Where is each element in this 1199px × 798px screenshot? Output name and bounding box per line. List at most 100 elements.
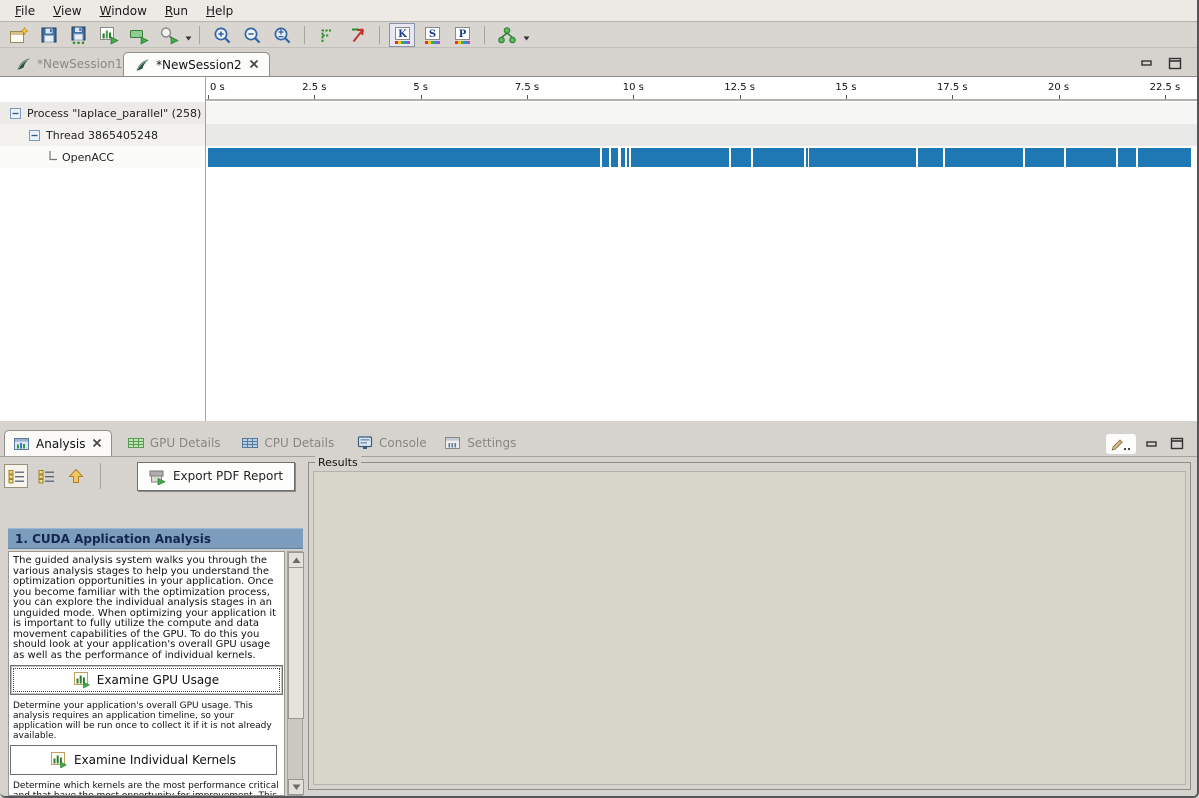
openacc-interval[interactable] xyxy=(631,148,729,167)
kernel-coloring-button[interactable]: K xyxy=(389,23,415,47)
openacc-interval[interactable] xyxy=(809,148,916,167)
bottom-panel: Analysis GPU Details CPU Details Console Set… xyxy=(0,421,1197,796)
minimize-view-button[interactable] xyxy=(1138,56,1156,70)
kernel-coloring-icon: K xyxy=(393,26,412,45)
bar-chart-icon xyxy=(51,752,67,769)
process-row-track xyxy=(206,102,1197,124)
toolbar-separator xyxy=(379,26,380,44)
bottom-tab-label: Console xyxy=(379,436,427,450)
examine-gpu-usage-button[interactable]: Examine GPU Usage xyxy=(10,665,283,695)
bottom-tab-label: Analysis xyxy=(36,437,85,451)
tree-row-label: Thread 3865405248 xyxy=(46,129,158,142)
dropdown-caret-icon[interactable] xyxy=(523,26,530,45)
close-tab-icon[interactable] xyxy=(249,59,259,72)
new-session-icon xyxy=(9,26,29,45)
timeline-tree-pane: Process "laplace_parallel" (258) Thread 3… xyxy=(0,77,205,422)
openacc-interval[interactable] xyxy=(918,148,943,167)
unguided-analysis-mode-button[interactable] xyxy=(34,464,58,488)
close-tab-icon[interactable] xyxy=(92,438,102,451)
openacc-interval[interactable] xyxy=(731,148,751,167)
minimize-panel-button[interactable] xyxy=(1143,437,1161,451)
tab-console[interactable]: Console xyxy=(348,430,436,456)
menu-window[interactable]: Window xyxy=(91,2,156,20)
tab-gpu-details[interactable]: GPU Details xyxy=(119,430,230,456)
mark-range-icon xyxy=(318,26,336,44)
run-application-button[interactable] xyxy=(126,23,152,47)
examine-individual-kernels-button[interactable]: Examine Individual Kernels xyxy=(10,745,277,775)
session-tab-newsession2[interactable]: *NewSession2 xyxy=(123,52,270,77)
results-content-area xyxy=(313,471,1186,785)
goto-marker-button[interactable] xyxy=(344,23,370,47)
tab-settings[interactable]: Settings xyxy=(436,430,525,456)
analysis-scrollbar[interactable] xyxy=(287,551,303,796)
scrollbar-thumb[interactable] xyxy=(288,567,304,719)
menu-help[interactable]: Help xyxy=(197,2,242,20)
openacc-interval[interactable] xyxy=(1138,148,1191,167)
tab-cpu-details[interactable]: CPU Details xyxy=(233,430,343,456)
analysis-view-icon xyxy=(14,436,30,452)
axis-tick-label: 12.5 s xyxy=(715,82,765,93)
scroll-up-icon[interactable] xyxy=(288,552,304,568)
openacc-interval[interactable] xyxy=(1025,148,1064,167)
zoom-in-button[interactable] xyxy=(209,23,235,47)
save-all-icon xyxy=(70,26,89,45)
save-all-button[interactable] xyxy=(66,23,92,47)
tree-row-thread-3865405248[interactable]: Thread 3865405248 xyxy=(0,124,234,146)
openacc-interval[interactable] xyxy=(611,148,618,167)
guided-analysis-mode-button[interactable] xyxy=(4,464,28,488)
axis-tick-label: 15 s xyxy=(821,82,871,93)
scroll-down-icon[interactable] xyxy=(288,779,304,795)
save-session-button[interactable] xyxy=(36,23,62,47)
openacc-interval[interactable] xyxy=(627,148,629,167)
bottom-tab-label: CPU Details xyxy=(264,436,334,450)
openacc-interval[interactable] xyxy=(208,148,600,167)
tab-analysis[interactable]: Analysis xyxy=(4,430,112,457)
menu-view[interactable]: View xyxy=(44,2,90,20)
tree-row-process-laplace-parallel-258[interactable]: Process "laplace_parallel" (258) xyxy=(0,102,215,124)
analysis-toolbar: Export PDF Report xyxy=(4,461,295,491)
guided-analysis-button[interactable] xyxy=(494,23,520,47)
action-button-label: Examine Individual Kernels xyxy=(74,753,236,767)
openacc-interval[interactable] xyxy=(1066,148,1116,167)
menu-run[interactable]: Run xyxy=(156,2,197,20)
axis-tick-label: 0 s xyxy=(210,82,225,93)
session-tab-newsession1[interactable]: *NewSession1 xyxy=(5,52,133,76)
stream-coloring-icon: S xyxy=(423,26,442,45)
maximize-view-button[interactable] xyxy=(1166,56,1184,70)
collect-metrics-button[interactable] xyxy=(156,23,182,47)
generate-timeline-button[interactable] xyxy=(96,23,122,47)
process-coloring-icon: P xyxy=(453,26,472,45)
export-pdf-report-button[interactable]: Export PDF Report xyxy=(137,462,295,491)
zoom-out-button[interactable] xyxy=(239,23,265,47)
back-up-level-button[interactable] xyxy=(64,464,88,488)
menu-file[interactable]: File xyxy=(6,2,44,20)
collapse-expander-icon[interactable] xyxy=(29,130,40,141)
collect-metrics-icon xyxy=(159,26,179,45)
new-session-button[interactable] xyxy=(6,23,32,47)
zoom-fit-icon xyxy=(273,26,292,45)
svg-text:S: S xyxy=(428,29,435,40)
openacc-interval[interactable] xyxy=(621,148,625,167)
bottom-tab-label: Settings xyxy=(467,436,516,450)
dropdown-caret-icon[interactable] xyxy=(185,26,192,45)
openacc-interval[interactable] xyxy=(945,148,1023,167)
console-icon xyxy=(357,435,373,451)
tree-row-label: Process "laplace_parallel" (258) xyxy=(27,107,201,120)
openacc-interval[interactable] xyxy=(753,148,804,167)
view-menu-button[interactable] xyxy=(1106,434,1136,454)
zoom-fit-button[interactable] xyxy=(269,23,295,47)
openacc-interval[interactable] xyxy=(602,148,609,167)
axis-tick-label: 10 s xyxy=(608,82,658,93)
axis-tick-label: 20 s xyxy=(1034,82,1084,93)
session-icon xyxy=(15,56,31,72)
analysis-section-title: 1. CUDA Application Analysis xyxy=(15,532,211,546)
mark-range-button[interactable] xyxy=(314,23,340,47)
zoom-in-icon xyxy=(213,26,232,45)
collapse-expander-icon[interactable] xyxy=(10,108,21,119)
openacc-interval[interactable] xyxy=(806,148,809,167)
maximize-panel-button[interactable] xyxy=(1168,436,1186,450)
openacc-interval[interactable] xyxy=(1118,148,1136,167)
axis-tick-label: 5 s xyxy=(396,82,446,93)
stream-coloring-button[interactable]: S xyxy=(419,23,445,47)
process-coloring-button[interactable]: P xyxy=(449,23,475,47)
